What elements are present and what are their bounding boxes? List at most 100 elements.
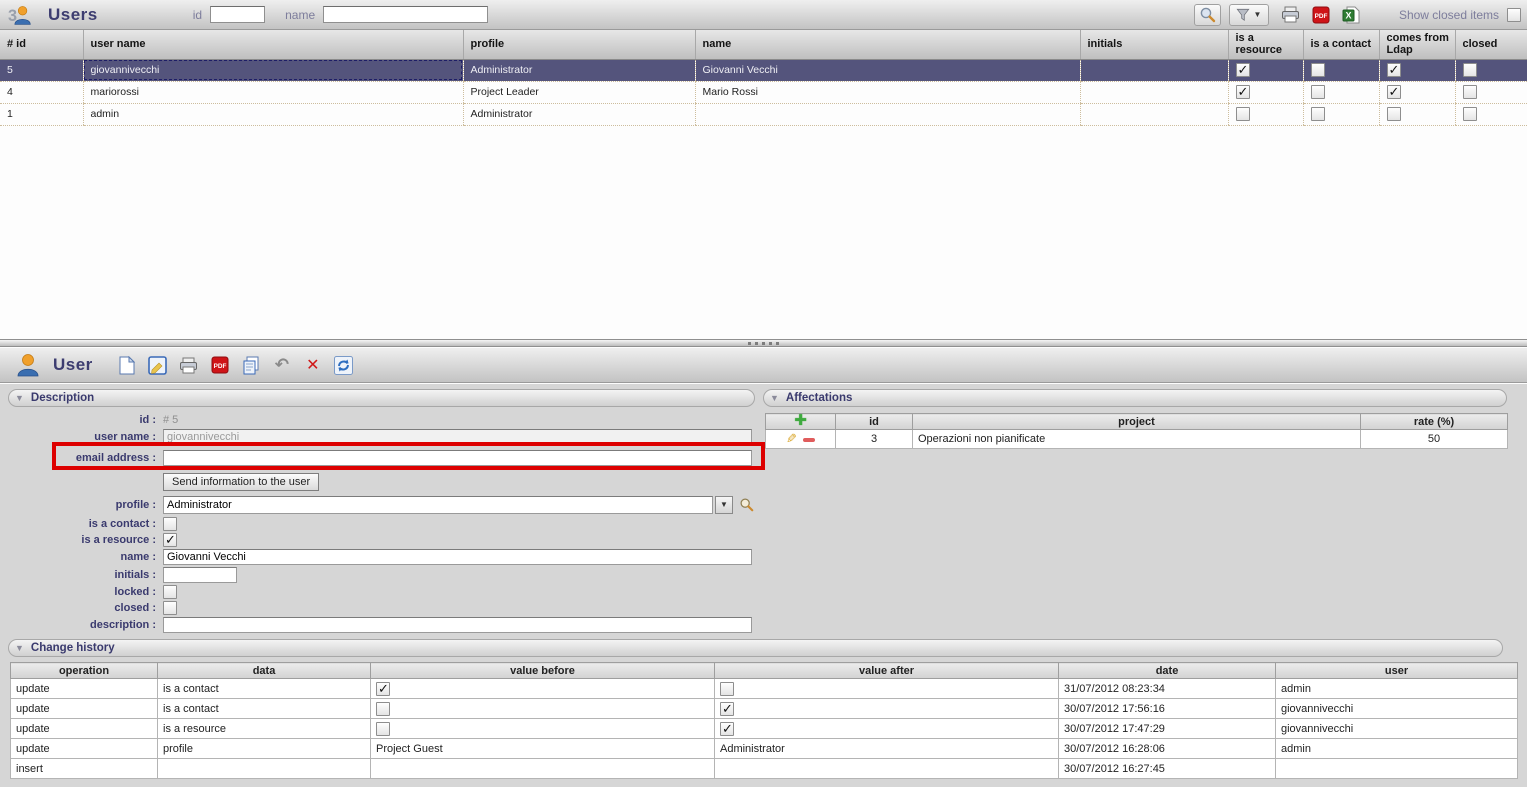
checkbox[interactable] — [720, 702, 734, 716]
delete-icon[interactable]: ✕ — [301, 354, 325, 376]
id-cell[interactable]: 5 — [0, 59, 83, 81]
column-header[interactable]: user — [1276, 663, 1518, 679]
checkbox[interactable] — [1463, 85, 1477, 99]
checkbox[interactable] — [1463, 107, 1477, 121]
profile-search-icon[interactable] — [737, 496, 755, 514]
name-field[interactable] — [163, 549, 752, 565]
description-field[interactable] — [163, 617, 752, 633]
user-name-cell[interactable]: admin — [83, 103, 463, 125]
initials-cell[interactable] — [1080, 103, 1228, 125]
name-cell[interactable]: Mario Rossi — [695, 81, 1080, 103]
column-header[interactable]: rate (%) — [1361, 414, 1508, 430]
initials-cell[interactable] — [1080, 81, 1228, 103]
checkbox[interactable] — [1387, 85, 1401, 99]
user-row[interactable]: 4mariorossiProject LeaderMario Rossi — [0, 81, 1527, 103]
email-field[interactable] — [163, 450, 752, 466]
column-header[interactable]: is a contact — [1303, 30, 1379, 59]
column-header[interactable]: name — [695, 30, 1080, 59]
checkbox[interactable] — [376, 722, 390, 736]
column-header[interactable]: comes from Ldap — [1379, 30, 1455, 59]
flag-cell[interactable] — [1379, 103, 1455, 125]
checkbox[interactable] — [720, 722, 734, 736]
profile-cell[interactable]: Administrator — [463, 103, 695, 125]
column-header[interactable]: # id — [0, 30, 83, 59]
column-header[interactable]: closed — [1455, 30, 1527, 59]
flag-cell[interactable] — [1455, 81, 1527, 103]
checkbox[interactable] — [1236, 107, 1250, 121]
column-header[interactable]: value after — [715, 663, 1059, 679]
name-filter-input[interactable] — [323, 6, 488, 23]
name-cell[interactable]: Giovanni Vecchi — [695, 59, 1080, 81]
collapse-icon[interactable]: ▼ — [15, 643, 24, 653]
id-cell[interactable]: 1 — [0, 103, 83, 125]
profile-cell[interactable]: Project Leader — [463, 81, 695, 103]
checkbox[interactable] — [376, 702, 390, 716]
remove-affectation-icon[interactable] — [803, 438, 815, 442]
checkbox[interactable] — [1387, 63, 1401, 77]
save-icon[interactable] — [146, 354, 170, 376]
affectations-panel-header[interactable]: ▼ Affectations — [763, 389, 1507, 407]
excel-icon[interactable]: X — [1339, 4, 1363, 26]
column-header[interactable]: initials — [1080, 30, 1228, 59]
flag-cell[interactable] — [1228, 81, 1303, 103]
pdf-detail-icon[interactable]: PDF — [208, 354, 232, 376]
flag-cell[interactable] — [1228, 103, 1303, 125]
description-panel-header[interactable]: ▼ Description — [8, 389, 755, 407]
profile-cell[interactable]: Administrator — [463, 59, 695, 81]
id-filter-input[interactable] — [210, 6, 265, 23]
column-header[interactable]: date — [1059, 663, 1276, 679]
initials-cell[interactable] — [1080, 59, 1228, 81]
checkbox[interactable] — [1311, 85, 1325, 99]
flag-cell[interactable] — [1303, 59, 1379, 81]
flag-cell[interactable] — [1379, 81, 1455, 103]
affectation-row[interactable]: ✎3Operazioni non pianificate50 — [766, 430, 1508, 449]
column-header[interactable]: project — [913, 414, 1361, 430]
print-detail-icon[interactable] — [177, 354, 201, 376]
checkbox[interactable] — [376, 682, 390, 696]
id-cell[interactable]: 4 — [0, 81, 83, 103]
column-header[interactable]: user name — [83, 30, 463, 59]
checkbox[interactable] — [720, 682, 734, 696]
user-name-cell[interactable]: mariorossi — [83, 81, 463, 103]
splitter-handle[interactable] — [0, 339, 1527, 347]
column-header[interactable]: data — [158, 663, 371, 679]
is-a-resource-checkbox[interactable] — [163, 533, 177, 547]
closed-checkbox[interactable] — [163, 601, 177, 615]
undo-icon[interactable]: ↶ — [270, 354, 294, 376]
add-affectation-icon[interactable]: ✚ — [794, 412, 807, 429]
history-panel-header[interactable]: ▼ Change history — [8, 639, 1503, 657]
checkbox[interactable] — [1387, 107, 1401, 121]
refresh-icon[interactable] — [332, 354, 356, 376]
user-name-field[interactable] — [163, 429, 752, 445]
checkbox[interactable] — [1463, 63, 1477, 77]
print-icon[interactable] — [1279, 4, 1303, 26]
edit-affectation-icon[interactable]: ✎ — [786, 431, 797, 447]
initials-field[interactable] — [163, 567, 237, 583]
name-cell[interactable] — [695, 103, 1080, 125]
column-header[interactable]: operation — [11, 663, 158, 679]
flag-cell[interactable] — [1455, 59, 1527, 81]
checkbox[interactable] — [1311, 107, 1325, 121]
column-header[interactable]: value before — [371, 663, 715, 679]
profile-dropdown-icon[interactable]: ▼ — [715, 496, 733, 514]
search-icon[interactable] — [1194, 4, 1221, 26]
user-row[interactable]: 5giovannivecchiAdministratorGiovanni Vec… — [0, 59, 1527, 81]
column-header[interactable]: id — [836, 414, 913, 430]
new-document-icon[interactable] — [115, 354, 139, 376]
column-header[interactable]: profile — [463, 30, 695, 59]
column-header[interactable]: is a resource — [1228, 30, 1303, 59]
flag-cell[interactable] — [1303, 103, 1379, 125]
collapse-icon[interactable]: ▼ — [770, 393, 779, 403]
flag-cell[interactable] — [1455, 103, 1527, 125]
filter-icon[interactable]: ▼ — [1229, 4, 1269, 26]
checkbox[interactable] — [1236, 85, 1250, 99]
collapse-icon[interactable]: ▼ — [15, 393, 24, 403]
checkbox[interactable] — [1311, 63, 1325, 77]
show-closed-checkbox[interactable] — [1507, 8, 1521, 22]
flag-cell[interactable] — [1228, 59, 1303, 81]
flag-cell[interactable] — [1303, 81, 1379, 103]
flag-cell[interactable] — [1379, 59, 1455, 81]
pdf-icon[interactable]: PDF — [1309, 4, 1333, 26]
copy-icon[interactable] — [239, 354, 263, 376]
locked-checkbox[interactable] — [163, 585, 177, 599]
